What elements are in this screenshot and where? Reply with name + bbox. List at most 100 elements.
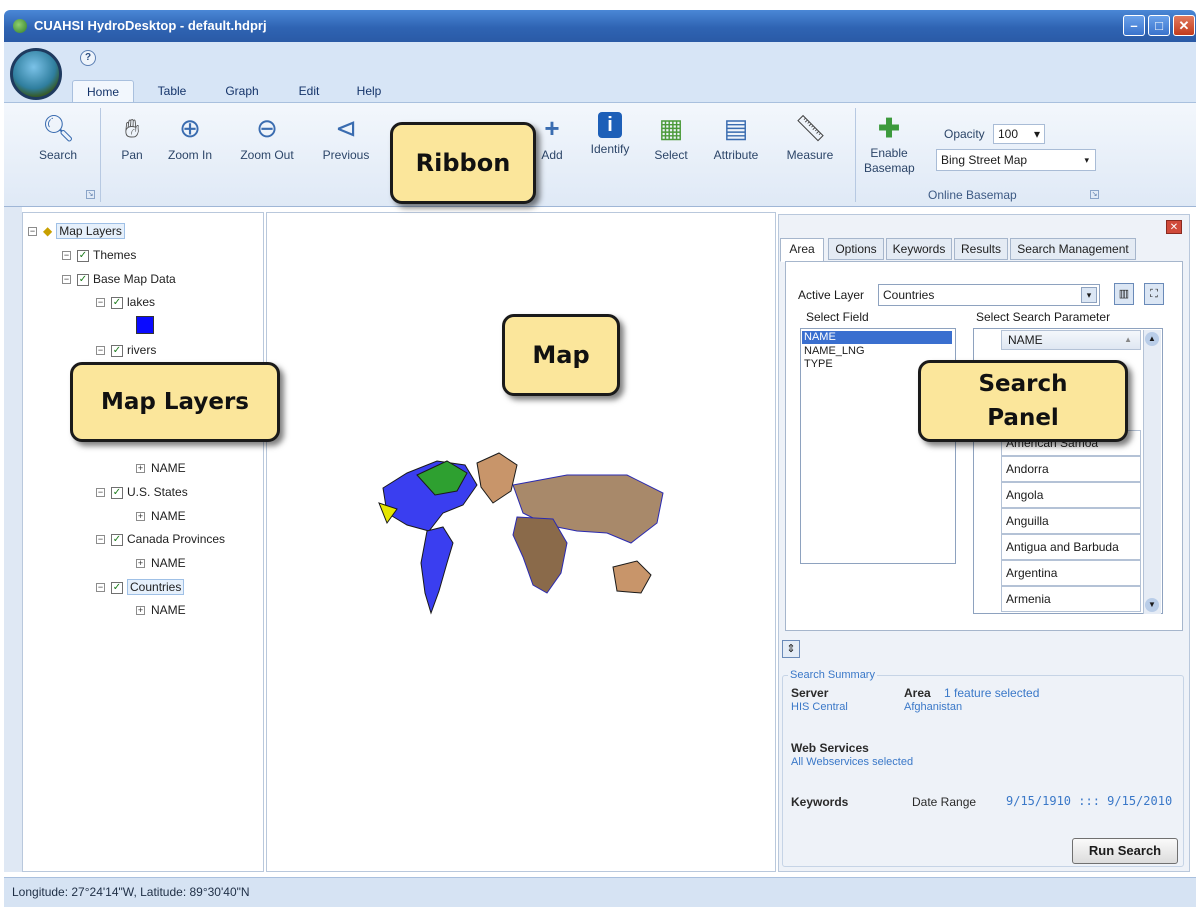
tab-graph[interactable]: Graph bbox=[214, 80, 270, 102]
minimize-button[interactable]: – bbox=[1123, 15, 1145, 36]
measure-button[interactable]: 📏︎ Measure bbox=[778, 112, 842, 172]
grid-row[interactable]: Argentina bbox=[1001, 560, 1141, 586]
add-basemap-icon: ✚ bbox=[878, 113, 900, 143]
collapse-icon[interactable]: − bbox=[96, 298, 105, 308]
field-option[interactable]: TYPE bbox=[804, 358, 833, 370]
tab-home[interactable]: Home bbox=[72, 80, 134, 102]
back-arrow-icon: ⊲ bbox=[335, 113, 357, 143]
layers-icon: ◆ bbox=[43, 224, 53, 238]
select-area-icon[interactable]: ⛶ bbox=[1144, 283, 1164, 305]
tree-item-name[interactable]: + NAME bbox=[136, 601, 186, 619]
map-view[interactable] bbox=[266, 212, 776, 872]
web-services-value[interactable]: All Webservices selected bbox=[791, 756, 913, 768]
hand-icon: ✋︎ bbox=[124, 113, 140, 143]
tree-item-name[interactable]: + NAME bbox=[136, 459, 186, 477]
select-features-icon: ▦ bbox=[658, 113, 684, 143]
close-panel-icon[interactable]: ✕ bbox=[1166, 220, 1182, 234]
info-icon: i bbox=[598, 112, 622, 138]
grid-row[interactable]: Andorra bbox=[1001, 456, 1141, 482]
area-value[interactable]: Afghanistan bbox=[904, 701, 962, 713]
maximize-button[interactable]: □ bbox=[1148, 15, 1170, 36]
collapse-summary-icon[interactable]: ⇕ bbox=[782, 640, 800, 658]
field-option[interactable]: NAME bbox=[802, 331, 952, 344]
tab-search-management[interactable]: Search Management bbox=[1010, 238, 1136, 260]
zoom-out-button[interactable]: ⊖ Zoom Out bbox=[232, 112, 302, 172]
layer-table-icon[interactable]: ▥ bbox=[1114, 283, 1134, 305]
tab-results[interactable]: Results bbox=[954, 238, 1008, 260]
tab-options[interactable]: Options bbox=[828, 238, 884, 260]
expand-icon[interactable]: + bbox=[136, 559, 145, 569]
tree-item-themes[interactable]: − ✓ Themes bbox=[62, 246, 136, 264]
basemap-select[interactable]: Bing Street Map ▾ bbox=[936, 149, 1096, 171]
scroll-up-icon[interactable]: ▲ bbox=[1145, 332, 1159, 346]
grid-row[interactable]: Antigua and Barbuda bbox=[1001, 534, 1141, 560]
collapse-icon[interactable]: − bbox=[96, 488, 105, 498]
help-icon[interactable]: ? bbox=[80, 50, 96, 66]
collapse-icon[interactable]: − bbox=[96, 583, 105, 593]
tree-item-rivers[interactable]: − ✓ rivers bbox=[96, 341, 156, 359]
collapse-icon[interactable]: − bbox=[96, 535, 105, 545]
tab-table[interactable]: Table bbox=[148, 80, 196, 102]
close-button[interactable]: ✕ bbox=[1173, 15, 1195, 36]
opacity-spinner[interactable]: 100 ▾ bbox=[993, 124, 1045, 144]
select-button[interactable]: ▦ Select bbox=[648, 112, 694, 172]
date-range-value[interactable]: 9/15/1910 ::: 9/15/2010 bbox=[1006, 794, 1172, 808]
zoom-in-button[interactable]: ⊕ Zoom In bbox=[160, 112, 220, 172]
dropdown-arrow-icon: ▾ bbox=[1081, 287, 1097, 303]
server-label: Server bbox=[791, 686, 829, 700]
active-layer-select[interactable]: Countries ▾ bbox=[878, 284, 1100, 306]
collapse-icon[interactable]: − bbox=[62, 251, 71, 261]
tree-item-name[interactable]: + NAME bbox=[136, 507, 186, 525]
identify-button[interactable]: i Identify bbox=[582, 112, 638, 172]
scroll-down-icon[interactable]: ▼ bbox=[1145, 598, 1159, 612]
attribute-table-button[interactable]: ▤ Attribute bbox=[704, 112, 768, 172]
ribbon-group-separator bbox=[855, 108, 856, 202]
checkbox[interactable]: ✓ bbox=[111, 344, 123, 357]
collapse-icon[interactable]: − bbox=[28, 227, 37, 237]
previous-extent-button[interactable]: ⊲ Previous bbox=[316, 112, 376, 172]
opacity-label: Opacity bbox=[944, 127, 985, 141]
expand-icon[interactable]: + bbox=[136, 606, 145, 616]
collapse-icon[interactable]: − bbox=[62, 275, 71, 285]
tab-help[interactable]: Help bbox=[346, 80, 392, 102]
tab-edit[interactable]: Edit bbox=[288, 80, 330, 102]
dialog-launcher-icon[interactable]: ↘ bbox=[86, 190, 95, 199]
checkbox[interactable]: ✓ bbox=[77, 249, 89, 262]
tree-item-lakes[interactable]: − ✓ lakes bbox=[96, 293, 155, 311]
window-title: CUAHSI HydroDesktop - default.hdprj bbox=[34, 18, 267, 33]
tree-item-base-map-data[interactable]: − ✓ Base Map Data bbox=[62, 270, 176, 288]
expand-icon[interactable]: + bbox=[136, 512, 145, 522]
field-option[interactable]: NAME_LNG bbox=[804, 345, 865, 357]
dialog-launcher-icon[interactable]: ↘ bbox=[1090, 190, 1099, 199]
tree-item-us-states[interactable]: − ✓ U.S. States bbox=[96, 483, 188, 501]
expand-icon[interactable]: + bbox=[136, 464, 145, 474]
enable-basemap-button[interactable]: ✚ Enable Basemap bbox=[864, 112, 915, 186]
checkbox[interactable]: ✓ bbox=[77, 273, 89, 286]
grid-header-name[interactable]: NAME ▲ bbox=[1001, 330, 1141, 350]
checkbox[interactable]: ✓ bbox=[111, 533, 123, 546]
collapse-icon[interactable]: − bbox=[96, 346, 105, 356]
tree-item-name[interactable]: + NAME bbox=[136, 554, 186, 572]
grid-row[interactable]: Anguilla bbox=[1001, 508, 1141, 534]
grid-scrollbar[interactable]: ▲ ▼ bbox=[1143, 330, 1161, 614]
search-button[interactable]: 🔍︎ Search bbox=[30, 112, 86, 172]
tab-keywords[interactable]: Keywords bbox=[886, 238, 952, 260]
checkbox[interactable]: ✓ bbox=[111, 486, 123, 499]
server-value[interactable]: HIS Central bbox=[791, 701, 848, 713]
tree-item-countries[interactable]: − ✓ Countries bbox=[96, 578, 185, 596]
grid-row[interactable]: Angola bbox=[1001, 482, 1141, 508]
active-layer-label: Active Layer bbox=[798, 288, 865, 302]
checkbox[interactable]: ✓ bbox=[111, 296, 123, 309]
area-count[interactable]: 1 feature selected bbox=[944, 686, 1039, 700]
tree-item-canada-provinces[interactable]: − ✓ Canada Provinces bbox=[96, 530, 225, 548]
pan-button[interactable]: ✋︎ Pan bbox=[112, 112, 152, 172]
grid-row[interactable]: Armenia bbox=[1001, 586, 1141, 612]
tab-area[interactable]: Area bbox=[780, 238, 824, 262]
add-layer-button[interactable]: + Add bbox=[534, 112, 570, 172]
run-search-button[interactable]: Run Search bbox=[1072, 838, 1178, 864]
checkbox[interactable]: ✓ bbox=[111, 581, 123, 594]
application-menu-button[interactable] bbox=[10, 48, 62, 100]
app-icon bbox=[13, 19, 27, 33]
tree-root[interactable]: − ◆ Map Layers bbox=[28, 222, 125, 240]
area-label: Area bbox=[904, 686, 931, 700]
